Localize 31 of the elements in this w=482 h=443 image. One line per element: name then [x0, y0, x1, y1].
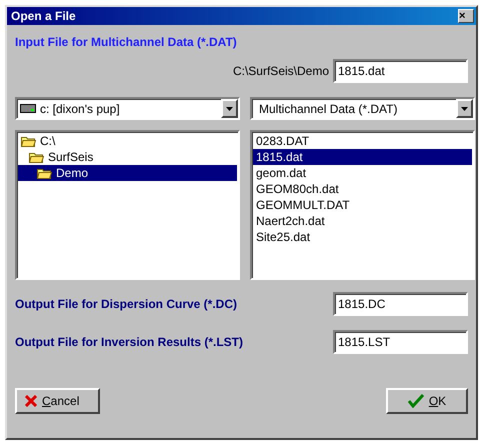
close-button[interactable]: × — [458, 9, 474, 23]
dropdown[interactable]: c: [dixon's pup] — [15, 97, 240, 120]
input-field[interactable]: 1815.DC — [333, 292, 468, 316]
dropdown-arrow-icon — [226, 106, 233, 110]
dropdown-arrow-icon — [461, 106, 468, 110]
file-item[interactable]: Site25.dat — [253, 229, 472, 245]
file-item[interactable]: 1815.dat — [253, 149, 472, 165]
output-label: Output File for Dispersion Curve (*.DC) — [15, 297, 238, 311]
input-field[interactable]: 1815.LST — [333, 330, 468, 354]
checkmark-icon — [408, 394, 424, 408]
file-item[interactable]: GEOM80ch.dat — [253, 181, 472, 197]
folder-icon — [37, 167, 52, 179]
file-item[interactable]: GEOMMULT.DAT — [253, 197, 472, 213]
folder-item[interactable]: Demo — [18, 165, 237, 181]
file-item[interactable]: 0283.DAT — [253, 133, 472, 149]
section-heading: Input File for Multichannel Data (*.DAT) — [15, 35, 238, 49]
input-field[interactable]: 1815.dat — [333, 59, 468, 83]
output-label: Output File for Inversion Results (*.LST) — [15, 335, 244, 349]
folder-icon — [21, 135, 36, 147]
dropdown[interactable]: Multichannel Data (*.DAT) — [250, 97, 475, 120]
window-title: Open a File — [11, 9, 76, 23]
file-item[interactable]: Naert2ch.dat — [253, 213, 472, 229]
folder-item[interactable]: SurfSeis — [18, 149, 237, 165]
cancel-button[interactable]: Cancel — [15, 388, 100, 414]
ok-button[interactable]: OK — [386, 388, 468, 414]
folder-item[interactable]: C:\ — [18, 133, 237, 149]
file-item[interactable]: geom.dat — [253, 165, 472, 181]
cross-icon — [25, 395, 37, 407]
folder-icon — [29, 151, 44, 163]
drive-icon — [20, 104, 36, 112]
directory-path: C:\SurfSeis\Demo — [232, 64, 329, 78]
